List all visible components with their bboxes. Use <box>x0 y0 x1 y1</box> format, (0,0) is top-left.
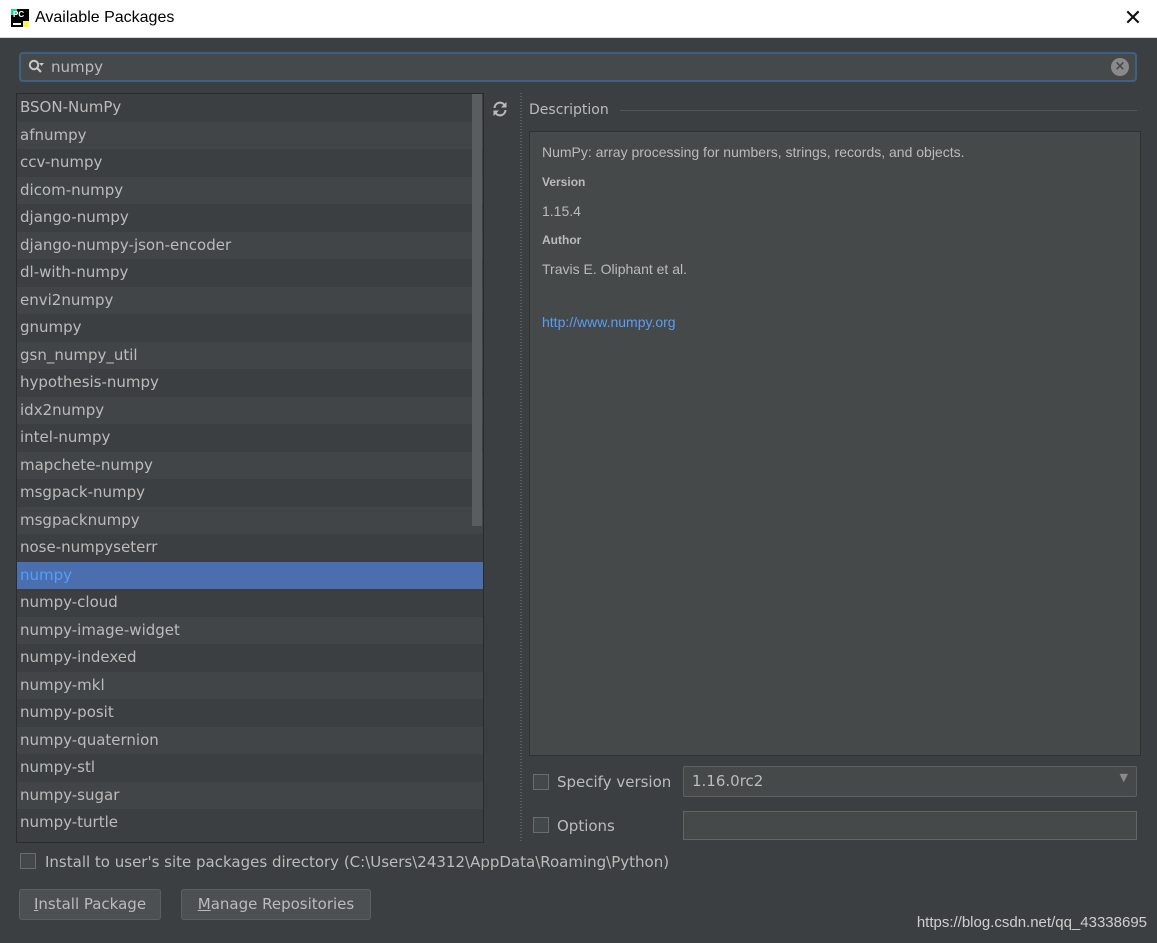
author-heading: Author <box>542 233 582 247</box>
options-label: Options <box>557 817 615 835</box>
panel-splitter[interactable] <box>518 93 524 843</box>
package-list-item[interactable]: ccv-numpy <box>17 149 483 177</box>
package-list-scrollbar[interactable] <box>472 94 482 526</box>
package-list-item[interactable]: afnumpy <box>17 121 483 149</box>
version-value: 1.15.4 <box>542 203 581 219</box>
search-field[interactable]: × <box>19 52 1137 82</box>
package-list-item[interactable]: numpy-posit <box>17 699 483 727</box>
search-icon[interactable] <box>28 58 44 76</box>
package-list-item[interactable]: gsn_numpy_util <box>17 341 483 369</box>
package-list-item[interactable]: numpy-stl <box>17 754 483 782</box>
version-select-value: 1.16.0rc2 <box>692 772 764 790</box>
package-list-item[interactable]: numpy <box>17 561 483 589</box>
title-bar: PC Available Packages ✕ <box>0 0 1157 38</box>
package-list-item[interactable]: msgpacknumpy <box>17 506 483 534</box>
options-input[interactable] <box>683 811 1137 840</box>
package-list-item[interactable]: numpy-indexed <box>17 644 483 672</box>
specify-version-label: Specify version <box>557 773 672 791</box>
user-site-label: Install to user's site packages director… <box>45 853 670 871</box>
package-list-item[interactable]: gnumpy <box>17 314 483 342</box>
pycharm-app-icon: PC <box>11 9 29 27</box>
package-list-item[interactable]: envi2numpy <box>17 286 483 314</box>
watermark-text: https://blog.csdn.net/qq_43338695 <box>916 914 1147 931</box>
install-label: nstall Package <box>38 895 147 913</box>
package-list-item[interactable]: numpy-cloud <box>17 589 483 617</box>
package-list-item[interactable]: numpy-sugar <box>17 781 483 809</box>
package-list-item[interactable]: nose-numpyseterr <box>17 534 483 562</box>
package-list-item[interactable]: msgpack-numpy <box>17 479 483 507</box>
user-site-checkbox[interactable] <box>20 853 36 869</box>
package-list-item[interactable]: numpy-turtle <box>17 809 483 837</box>
package-list-item[interactable]: mapchete-numpy <box>17 451 483 479</box>
version-heading: Version <box>542 175 586 189</box>
description-section-label: Description <box>529 102 609 118</box>
window-title: Available Packages <box>35 9 175 26</box>
specify-version-checkbox[interactable] <box>533 774 549 790</box>
package-list-item[interactable]: hypothesis-numpy <box>17 369 483 397</box>
chevron-down-icon[interactable]: ▼ <box>1120 771 1128 784</box>
refresh-icon[interactable] <box>491 100 509 118</box>
package-list-item[interactable]: intel-numpy <box>17 424 483 452</box>
homepage-link[interactable]: http://www.numpy.org <box>542 314 676 330</box>
install-package-button[interactable]: Install Package <box>19 889 161 920</box>
description-panel: NumPy: array processing for numbers, str… <box>529 131 1141 756</box>
package-list-item[interactable]: django-numpy <box>17 204 483 232</box>
package-list-item[interactable]: dicom-numpy <box>17 176 483 204</box>
package-list-item[interactable]: dl-with-numpy <box>17 259 483 287</box>
package-list-item[interactable]: numpy-image-widget <box>17 616 483 644</box>
manage-repositories-button[interactable]: Manage Repositories <box>181 889 371 920</box>
manage-label: anage Repositories <box>210 895 355 913</box>
package-list-item[interactable]: BSON-NumPy <box>17 94 483 122</box>
package-list-item[interactable]: numpy-quaternion <box>17 726 483 754</box>
close-icon[interactable]: ✕ <box>1119 5 1147 33</box>
package-list[interactable]: BSON-NumPy afnumpy ccv-numpy dicom-numpy dja… <box>16 93 484 843</box>
package-list-item[interactable]: numpy-mkl <box>17 671 483 699</box>
author-value: Travis E. Oliphant et al. <box>542 261 687 277</box>
version-select[interactable]: 1.16.0rc2 ▼ <box>683 766 1137 797</box>
options-checkbox[interactable] <box>533 817 549 833</box>
package-summary: NumPy: array processing for numbers, str… <box>542 144 965 160</box>
package-list-item[interactable]: django-numpy-json-encoder <box>17 231 483 259</box>
search-input[interactable] <box>51 57 1091 77</box>
description-divider <box>620 110 1137 111</box>
clear-search-icon[interactable]: × <box>1111 58 1129 76</box>
package-list-item[interactable]: idx2numpy <box>17 396 483 424</box>
manage-mnemonic: M <box>197 895 211 913</box>
